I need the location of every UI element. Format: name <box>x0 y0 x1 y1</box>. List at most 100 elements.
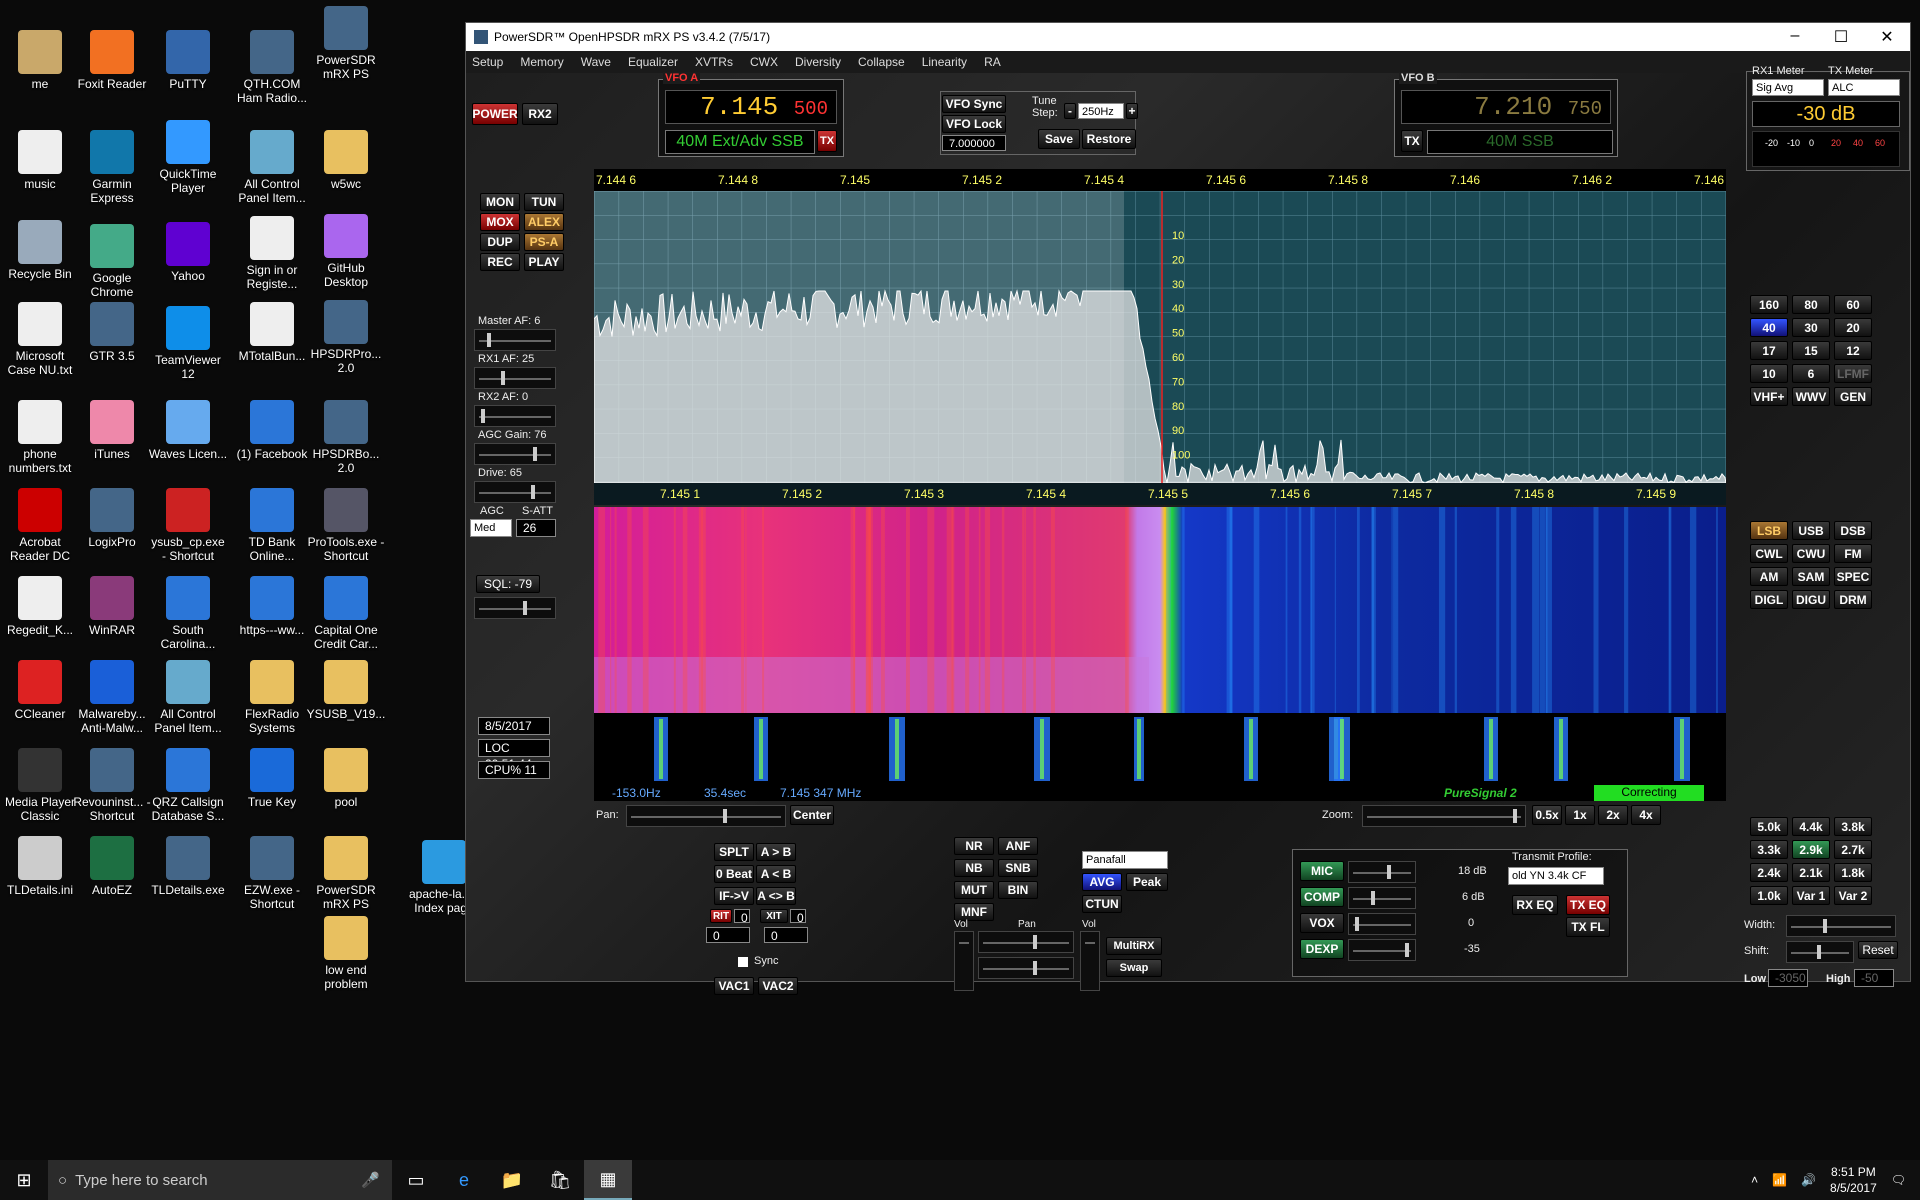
restore-button[interactable]: Restore <box>1082 129 1136 149</box>
desktop-icon-all-control-panel-item[interactable]: All Control Panel Item... <box>232 130 312 205</box>
desktop-icon-flexradio-systems[interactable]: FlexRadio Systems <box>232 660 312 735</box>
store-icon[interactable]: 🛍 <box>536 1160 584 1200</box>
menu-equalizer[interactable]: Equalizer <box>628 55 678 69</box>
waterfall-display[interactable] <box>594 507 1726 713</box>
edge-taskbar-icon[interactable]: e <box>440 1160 488 1200</box>
filter-var-2-button[interactable]: Var 2 <box>1834 886 1872 905</box>
dsp-snb-button[interactable]: SNB <box>998 859 1038 877</box>
zoom-1x-button[interactable]: 1x <box>1565 805 1595 825</box>
desktop-icon-powersdr-mrx-ps[interactable]: PowerSDR mRX PS <box>306 6 386 81</box>
mode-sam-button[interactable]: SAM <box>1792 567 1830 586</box>
band-40-button[interactable]: 40 <box>1750 318 1788 337</box>
microphone-icon[interactable]: 🎤 <box>361 1171 380 1189</box>
desktop-icon-ezw-exe-shortcut[interactable]: EZW.exe - Shortcut <box>232 836 312 911</box>
split-a-b-button[interactable]: A > B <box>756 843 796 861</box>
peak-button[interactable]: Peak <box>1126 873 1168 891</box>
swap-button[interactable]: Swap <box>1106 959 1162 977</box>
desktop-icon-1-facebook[interactable]: (1) Facebook <box>232 400 312 461</box>
desktop-icon-recycle-bin[interactable]: Recycle Bin <box>0 220 80 281</box>
vol2-slider[interactable] <box>1080 931 1100 991</box>
mode-usb-button[interactable]: USB <box>1792 521 1830 540</box>
alex-button[interactable]: ALEX <box>524 213 564 231</box>
desktop-icon-autoez[interactable]: AutoEZ <box>72 836 152 897</box>
band-gen-button[interactable]: GEN <box>1834 387 1872 406</box>
vol-slider[interactable] <box>954 931 974 991</box>
agc-select[interactable]: Med <box>470 519 512 537</box>
filter-3-3k-button[interactable]: 3.3k <box>1750 840 1788 859</box>
notifications-icon[interactable]: 🗨 <box>1891 1173 1906 1187</box>
split-a-b-button[interactable]: A <> B <box>756 887 796 905</box>
mic-button[interactable]: MIC <box>1300 861 1344 881</box>
menu-xvtrs[interactable]: XVTRs <box>695 55 733 69</box>
menu-collapse[interactable]: Collapse <box>858 55 905 69</box>
desktop-icon-acrobat-reader-dc[interactable]: Acrobat Reader DC <box>0 488 80 563</box>
desktop-icon-yahoo[interactable]: Yahoo <box>148 222 228 283</box>
desktop-icon-tldetails-exe[interactable]: TLDetails.exe <box>148 836 228 897</box>
split-0-beat-button[interactable]: 0 Beat <box>714 865 754 883</box>
xit-value-input[interactable]: 0 <box>764 927 808 943</box>
desktop-icon-itunes[interactable]: iTunes <box>72 400 152 461</box>
filter-1-8k-button[interactable]: 1.8k <box>1834 863 1872 882</box>
desktop-icon-foxit-reader[interactable]: Foxit Reader <box>72 30 152 91</box>
desktop-icon-mtotalbun[interactable]: MTotalBun... <box>232 302 312 363</box>
desktop-icon-qrz-callsign-database-s[interactable]: QRZ Callsign Database S... <box>148 748 228 823</box>
desktop-icon-qth-com-ham-radio[interactable]: QTH.COM Ham Radio... <box>232 30 312 105</box>
tx-eq-button[interactable]: TX EQ <box>1566 895 1610 915</box>
power-button[interactable]: POWER <box>472 103 518 125</box>
desktop-icon-logixpro[interactable]: LogixPro <box>72 488 152 549</box>
filter-1-0k-button[interactable]: 1.0k <box>1750 886 1788 905</box>
ps-a-button[interactable]: PS-A <box>524 233 564 251</box>
mode-drm-button[interactable]: DRM <box>1834 590 1872 609</box>
tune-step-minus[interactable]: - <box>1064 103 1076 119</box>
zoom-0-5x-button[interactable]: 0.5x <box>1532 805 1562 825</box>
file-explorer-icon[interactable]: 📁 <box>488 1160 536 1200</box>
desktop-icon-all-control-panel-item[interactable]: All Control Panel Item... <box>148 660 228 735</box>
menu-memory[interactable]: Memory <box>520 55 563 69</box>
clock[interactable]: 8:51 PM 8/5/2017 <box>1830 1164 1877 1196</box>
dsp-anf-button[interactable]: ANF <box>998 837 1038 855</box>
low-input[interactable]: -3050 <box>1768 969 1808 987</box>
vac1-button[interactable]: VAC1 <box>714 977 754 995</box>
mode-digl-button[interactable]: DIGL <box>1750 590 1788 609</box>
master-af-slider[interactable] <box>474 329 556 351</box>
high-input[interactable]: -50 <box>1854 969 1894 987</box>
filter-4-4k-button[interactable]: 4.4k <box>1792 817 1830 836</box>
vfo-a-frequency[interactable]: 7.145 500 <box>665 90 837 124</box>
zoom-slider[interactable] <box>1362 805 1526 827</box>
vfo-a-tx-button[interactable]: TX <box>817 130 837 152</box>
zoom-2x-button[interactable]: 2x <box>1598 805 1628 825</box>
sync-checkbox[interactable] <box>738 957 748 967</box>
band-60-button[interactable]: 60 <box>1834 295 1872 314</box>
desktop-icon-true-key[interactable]: True Key <box>232 748 312 809</box>
menu-ra[interactable]: RA <box>984 55 1001 69</box>
rit-button[interactable]: RIT <box>710 909 732 923</box>
band-15-button[interactable]: 15 <box>1792 341 1830 360</box>
desktop-icon-ysusb-v19[interactable]: YSUSB_V19... <box>306 660 386 721</box>
desktop-icon-winrar[interactable]: WinRAR <box>72 576 152 637</box>
xit-button[interactable]: XIT <box>760 909 788 923</box>
panadapter-display[interactable]: 10 20 30 40 50 60 70 80 90 100 <box>594 191 1726 483</box>
rx2-af-slider[interactable] <box>474 405 556 427</box>
split-if-v-button[interactable]: IF->V <box>714 887 754 905</box>
play-button[interactable]: PLAY <box>524 253 564 271</box>
desktop-icon-tldetails-ini[interactable]: TLDetails.ini <box>0 836 80 897</box>
band-30-button[interactable]: 30 <box>1792 318 1830 337</box>
desktop-icon-revouninst-shortcut[interactable]: Revouninst... - Shortcut <box>72 748 152 823</box>
desktop-icon-github-desktop[interactable]: GitHub Desktop <box>306 214 386 289</box>
taskbar-search[interactable]: ○ Type here to search 🎤 <box>48 1160 392 1200</box>
band-17-button[interactable]: 17 <box>1750 341 1788 360</box>
desktop-icon-waves-licen[interactable]: Waves Licen... <box>148 400 228 461</box>
mic-slider[interactable] <box>1348 861 1416 883</box>
mode-cwl-button[interactable]: CWL <box>1750 544 1788 563</box>
maximize-icon[interactable]: ☐ <box>1818 27 1864 47</box>
task-view-icon[interactable]: ▭ <box>392 1160 440 1200</box>
desktop-icon-hpsdrbo-2-0[interactable]: HPSDRBo... 2.0 <box>306 400 386 475</box>
desktop-icon-sign-in-or-registe[interactable]: Sign in or Registe... <box>232 216 312 291</box>
vfo-b-frequency[interactable]: 7.210 750 <box>1401 90 1611 124</box>
minimize-icon[interactable]: – <box>1772 27 1818 47</box>
mode-digu-button[interactable]: DIGU <box>1792 590 1830 609</box>
tune-step-plus[interactable]: + <box>1126 103 1138 119</box>
mode-fm-button[interactable]: FM <box>1834 544 1872 563</box>
vox-button[interactable]: VOX <box>1300 913 1344 933</box>
tx-profile-select[interactable]: old YN 3.4k CF <box>1508 867 1604 885</box>
